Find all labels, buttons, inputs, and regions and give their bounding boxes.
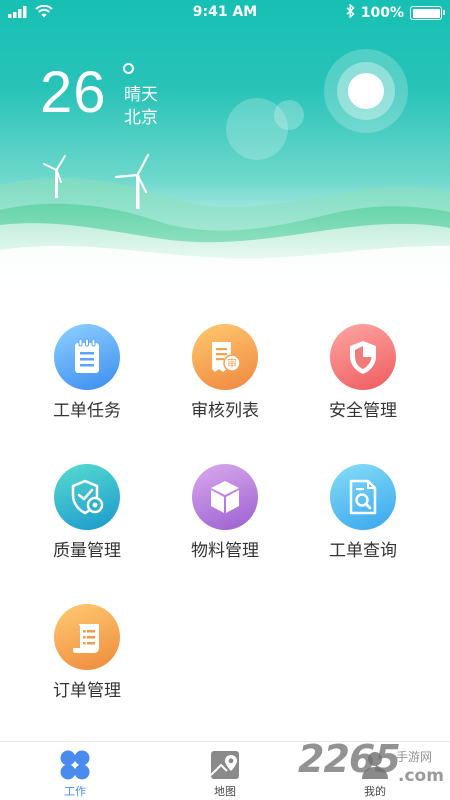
notepad-icon — [54, 324, 120, 390]
tile-label: 工单查询 — [329, 541, 397, 561]
box-icon — [192, 464, 258, 530]
shield-icon — [330, 324, 396, 390]
tab-map[interactable]: 地图 — [150, 742, 300, 800]
tile-label: 物料管理 — [191, 541, 259, 561]
status-bar: 9:41 AM 100% — [0, 0, 450, 26]
battery-icon — [410, 6, 445, 20]
tile-work-orders[interactable]: 工单任务 — [17, 316, 157, 426]
tile-label: 订单管理 — [53, 681, 121, 701]
tab-label: 我的 — [364, 785, 386, 798]
tile-label: 质量管理 — [53, 541, 121, 561]
battery-percent: 100% — [360, 5, 404, 21]
tile-material-management[interactable]: 物料管理 — [155, 456, 295, 566]
tile-work-order-query[interactable]: 工单查询 — [293, 456, 433, 566]
tile-audit-list[interactable]: 审 审核列表 — [155, 316, 295, 426]
scroll-list-icon — [54, 604, 120, 670]
tile-quality-management[interactable]: 质量管理 — [17, 456, 157, 566]
temperature: 26 — [40, 60, 107, 125]
tile-label: 审核列表 — [191, 401, 259, 421]
quality-shield-gear-icon — [54, 464, 120, 530]
degree-symbol-icon — [123, 63, 134, 74]
map-icon — [209, 749, 241, 781]
tab-label: 工作 — [64, 785, 86, 798]
weather-condition: 晴天 — [124, 85, 158, 105]
weather-header: 9:41 AM 100% 26 晴天 北京 — [0, 0, 450, 300]
bluetooth-icon — [346, 3, 355, 22]
bubble-decoration — [274, 100, 304, 130]
document-search-icon — [330, 464, 396, 530]
user-icon — [359, 749, 391, 781]
tab-label: 地图 — [214, 785, 236, 798]
sun-icon — [348, 73, 384, 109]
status-right: 100% — [346, 3, 445, 22]
city-name: 北京 — [124, 108, 158, 128]
tile-label: 工单任务 — [53, 401, 121, 421]
four-petal-icon — [59, 749, 91, 781]
svg-text:审: 审 — [227, 357, 237, 370]
audit-document-icon: 审 — [192, 324, 258, 390]
tile-safety-management[interactable]: 安全管理 — [293, 316, 433, 426]
tab-work[interactable]: 工作 — [0, 742, 150, 800]
tile-label: 安全管理 — [329, 401, 397, 421]
hills-windmills-illustration — [0, 153, 450, 300]
tab-bar: 工作 地图 我的 — [0, 741, 450, 800]
tile-order-management[interactable]: 订单管理 — [17, 596, 157, 706]
tab-mine[interactable]: 我的 — [300, 742, 450, 800]
